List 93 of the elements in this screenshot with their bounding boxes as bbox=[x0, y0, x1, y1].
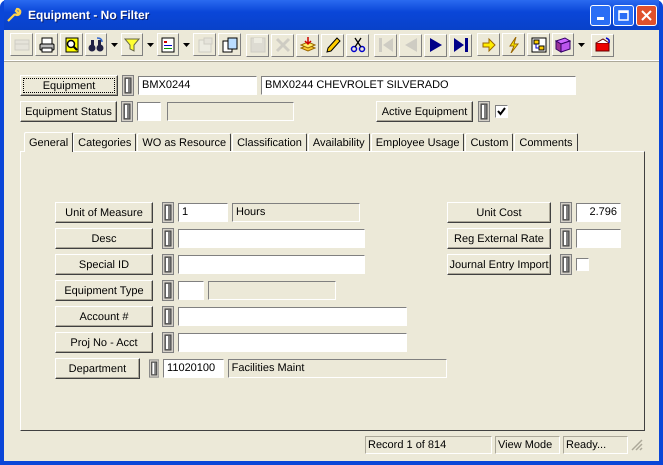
last-icon bbox=[452, 37, 468, 53]
printer-icon bbox=[38, 36, 54, 52]
cross-icon bbox=[274, 37, 290, 53]
diagram-button[interactable] bbox=[527, 33, 550, 56]
field-label-button[interactable]: Reg External Rate bbox=[447, 228, 551, 249]
field-label-button[interactable]: Account # bbox=[55, 306, 153, 327]
field-marker-icon bbox=[122, 75, 134, 96]
code-field[interactable]: 11020100 bbox=[163, 359, 224, 378]
funnel-button[interactable] bbox=[121, 33, 143, 56]
scissors-icon bbox=[350, 37, 366, 53]
minimize-icon bbox=[597, 16, 604, 20]
mode-status: View Mode bbox=[495, 436, 560, 454]
equipment-status-button[interactable]: Equipment Status bbox=[20, 101, 117, 122]
field-marker-icon bbox=[162, 280, 174, 301]
pencil-button[interactable] bbox=[321, 34, 344, 56]
field-marker-icon bbox=[162, 202, 174, 223]
field-marker-icon bbox=[148, 358, 160, 379]
scissors-button[interactable] bbox=[346, 34, 369, 56]
report-icon bbox=[160, 36, 176, 52]
field-marker-icon bbox=[560, 254, 572, 275]
field-marker-icon bbox=[162, 228, 174, 249]
description-field: Hours bbox=[232, 203, 360, 222]
description-field: Facilities Maint bbox=[228, 359, 447, 378]
number-field[interactable]: 2.796 bbox=[576, 203, 621, 222]
code-field[interactable]: 1 bbox=[178, 203, 228, 222]
binoculars-icon bbox=[88, 36, 104, 52]
record-count: Record 1 of 814 bbox=[365, 436, 492, 454]
last-button[interactable] bbox=[449, 34, 472, 56]
preview-icon bbox=[64, 36, 80, 52]
copy-button[interactable] bbox=[218, 33, 241, 56]
funnel-icon bbox=[124, 36, 140, 52]
status-code-field[interactable] bbox=[137, 102, 161, 121]
number-field[interactable] bbox=[576, 229, 621, 248]
arrow-button[interactable] bbox=[477, 33, 500, 56]
text-field[interactable] bbox=[178, 255, 365, 274]
lightning-button[interactable] bbox=[502, 33, 525, 56]
equipment-code-field[interactable]: BMX0244 bbox=[138, 76, 257, 95]
text-field[interactable] bbox=[178, 333, 407, 352]
tab[interactable]: Classification bbox=[232, 133, 307, 151]
stack-button[interactable] bbox=[296, 34, 319, 56]
maximize-icon bbox=[618, 10, 629, 20]
next-icon bbox=[428, 37, 444, 53]
tab[interactable]: Availability bbox=[308, 133, 370, 151]
arrow-icon bbox=[480, 36, 496, 52]
tab[interactable]: WO as Resource bbox=[137, 133, 232, 151]
ready-status: Ready... bbox=[563, 436, 628, 454]
equipment-button[interactable]: Equipment bbox=[20, 75, 118, 96]
field-marker-icon bbox=[560, 202, 572, 223]
binoculars-button[interactable] bbox=[85, 33, 107, 56]
field-label-button[interactable]: Desc bbox=[55, 228, 153, 249]
tab[interactable]: General bbox=[24, 132, 74, 152]
checkbox[interactable] bbox=[576, 258, 589, 271]
active-checkbox[interactable] bbox=[495, 105, 508, 118]
maximize-button[interactable] bbox=[613, 4, 634, 26]
field-label-button[interactable]: Equipment Type bbox=[55, 280, 153, 301]
field-marker-icon bbox=[478, 101, 490, 122]
next-button[interactable] bbox=[424, 34, 447, 56]
window-title: Equipment - No Filter bbox=[28, 8, 150, 22]
pencil-icon bbox=[324, 37, 340, 53]
field-marker-icon bbox=[121, 101, 133, 122]
field-label-button[interactable]: Unit Cost bbox=[447, 202, 551, 223]
field-label-button[interactable]: Department bbox=[55, 358, 140, 379]
code-field[interactable] bbox=[178, 281, 204, 300]
previous-icon bbox=[402, 37, 418, 53]
field-label-button[interactable]: Journal Entry Import bbox=[447, 254, 551, 275]
resize-grip-icon bbox=[631, 438, 643, 450]
tab[interactable]: Employee Usage bbox=[370, 133, 464, 151]
field-label-button[interactable]: Unit of Measure bbox=[55, 202, 153, 223]
field-marker-icon bbox=[162, 254, 174, 275]
text-field[interactable] bbox=[178, 229, 365, 248]
tab[interactable]: Comments bbox=[514, 133, 578, 151]
equipment-description-field[interactable]: BMX0244 CHEVROLET SILVERADO bbox=[261, 76, 576, 95]
field-marker-icon bbox=[162, 332, 174, 353]
first-icon bbox=[378, 37, 394, 53]
stack-icon bbox=[300, 37, 316, 53]
active-equipment-button[interactable]: Active Equipment bbox=[376, 101, 473, 122]
minimize-button[interactable] bbox=[590, 4, 611, 26]
close-icon bbox=[641, 10, 652, 20]
text-field[interactable] bbox=[178, 307, 407, 326]
tab[interactable]: Categories bbox=[73, 133, 136, 151]
field-marker-icon bbox=[162, 306, 174, 327]
preview-button[interactable] bbox=[60, 33, 83, 56]
field-marker-icon bbox=[560, 228, 572, 249]
field-label-button[interactable]: Special ID bbox=[55, 254, 153, 275]
copy-icon bbox=[222, 36, 238, 52]
grid-icon bbox=[14, 36, 30, 52]
diagram-icon bbox=[530, 36, 546, 52]
form-icon bbox=[196, 36, 212, 52]
field-label-button[interactable]: Proj No - Acct bbox=[55, 332, 153, 353]
tab[interactable]: Custom bbox=[465, 133, 514, 151]
report-button[interactable] bbox=[157, 33, 179, 56]
close-button[interactable] bbox=[636, 4, 657, 26]
printer-button[interactable] bbox=[35, 33, 58, 56]
